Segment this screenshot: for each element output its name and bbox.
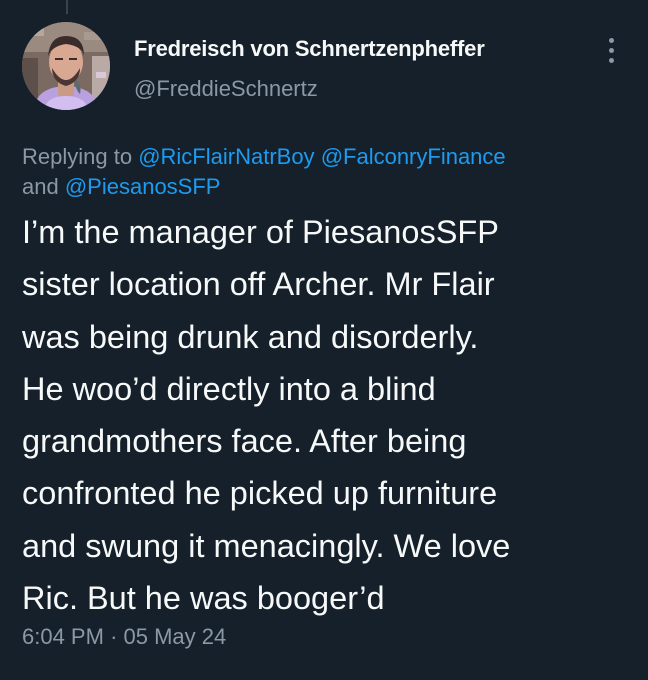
avatar[interactable]	[22, 22, 110, 110]
tweet-text-line: I’m the manager of PiesanosSFP	[22, 214, 499, 250]
tweet-text-line: confronted he picked up furniture	[22, 475, 498, 512]
mention-link[interactable]: @FalconryFinance	[321, 144, 506, 169]
tweet-text-line: He woo’d directly into a blind	[22, 370, 436, 407]
thread-connector-line	[66, 0, 68, 14]
reply-context: Replying to @RicFlairNatrBoy @FalconryFi…	[22, 142, 626, 202]
tweet-text-line: was being drunk and disorderly.	[22, 318, 479, 355]
author-handle[interactable]: @FreddieSchnertz	[134, 76, 318, 102]
mention-link[interactable]: @RicFlairNatrBoy	[138, 144, 314, 169]
mention-link[interactable]: @PiesanosSFP	[65, 174, 221, 199]
tweet-text-line: and swung it menacingly. We love	[22, 527, 511, 564]
author-display-name[interactable]: Fredreisch von Schnertzenpheffer	[134, 36, 485, 62]
timestamp-separator: ·	[110, 624, 118, 649]
tweet-time[interactable]: 6:04 PM	[22, 624, 104, 649]
tweet-text-line: sister location off Archer. Mr Flair	[22, 266, 495, 303]
replying-to-label: Replying to	[22, 144, 133, 169]
tweet-text-line: grandmothers face. After being	[22, 423, 467, 460]
tweet-text-line: Ric. But he was booger’d	[22, 580, 385, 617]
tweet-date[interactable]: 05 May 24	[124, 624, 227, 649]
more-vertical-icon[interactable]	[600, 36, 624, 66]
tweet-text: I’m the manager of PiesanosSFP sister lo…	[22, 206, 632, 624]
tweet-timestamp[interactable]: 6:04 PM · 05 May 24	[22, 624, 226, 650]
profile-photo-image	[22, 22, 110, 110]
and-label: and	[22, 174, 59, 199]
